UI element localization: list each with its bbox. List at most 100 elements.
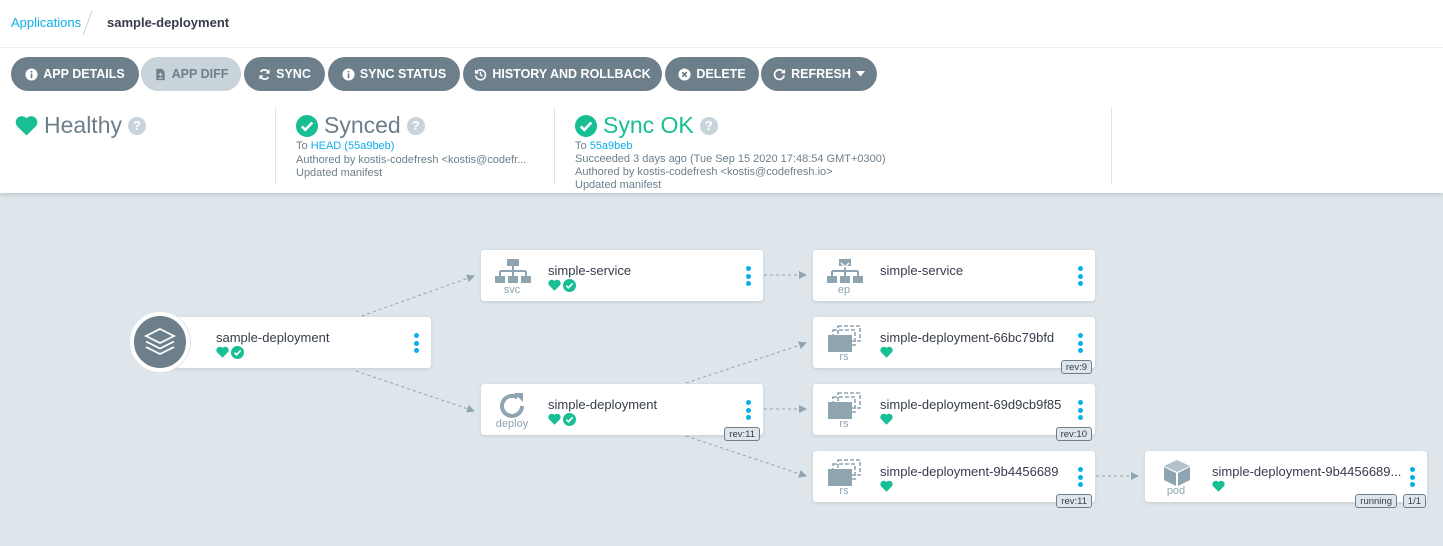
node-kind: pod xyxy=(1166,485,1186,497)
check-circle-icon xyxy=(296,114,318,137)
app-diff-button[interactable]: APP DIFF xyxy=(141,57,241,91)
sync-button[interactable]: SYNC xyxy=(244,57,325,91)
resource-node-pod[interactable]: pod simple-deployment-9b4456689... runni… xyxy=(1145,451,1427,508)
node-menu-button[interactable] xyxy=(1078,333,1083,353)
node-kind: rs xyxy=(839,351,849,363)
deployment-icon xyxy=(500,393,524,418)
sync-author: Authored by kostis-codefresh <kostis@cod… xyxy=(296,154,527,166)
resource-tree-graph[interactable]: sample-deployment svc simple-service dep… xyxy=(0,193,1443,546)
operation-succeeded: Succeeded 3 days ago (Tue Sep 15 2020 17… xyxy=(575,153,886,165)
check-circle-icon xyxy=(231,346,244,359)
resource-node-rs[interactable]: rs simple-deployment-69d9cb9f85 rev:10 xyxy=(813,384,1095,441)
node-title: simple-deployment-9b4456689... xyxy=(1212,464,1402,479)
resource-node-ep[interactable]: ep simple-service xyxy=(813,250,1095,301)
node-title: simple-service xyxy=(880,263,964,278)
sync-target: To HEAD (55a9beb) xyxy=(296,140,394,152)
node-menu-button[interactable] xyxy=(1078,400,1083,420)
check-circle-icon xyxy=(563,413,576,426)
sync-status-title: Synced xyxy=(324,112,401,138)
toolbar: APP DETAILS APP DIFF SYNC SYNC STATUS HI… xyxy=(0,48,1443,100)
application-status-panel: Healthy ? Synced ? To HEAD (55a9beb) Aut… xyxy=(0,100,1443,193)
edge xyxy=(685,341,807,384)
heart-icon xyxy=(880,346,893,358)
delete-button[interactable]: DELETE xyxy=(665,57,759,91)
help-icon[interactable]: ? xyxy=(406,116,425,135)
resource-node-rs[interactable]: rs simple-deployment-66bc79bfd rev:9 xyxy=(813,317,1095,374)
last-operation-status: Sync OK ? xyxy=(575,114,718,137)
heart-icon xyxy=(880,480,893,492)
app-details-button[interactable]: APP DETAILS xyxy=(11,57,139,91)
caret-down-icon[interactable] xyxy=(855,71,865,77)
check-circle-icon xyxy=(575,114,597,137)
info-icon xyxy=(25,67,38,81)
resource-node-deploy[interactable]: deploy simple-deployment rev:11 xyxy=(481,384,763,441)
node-status-icons xyxy=(548,279,576,292)
sync-icon xyxy=(259,68,270,80)
help-icon[interactable]: ? xyxy=(699,116,718,135)
edge xyxy=(685,435,807,478)
pod-ready-tag: 1/1 xyxy=(1402,494,1426,508)
operation-author: Authored by kostis-codefresh <kostis@cod… xyxy=(575,166,833,178)
operation-message: Updated manifest xyxy=(575,179,662,191)
edge xyxy=(355,274,475,319)
divider xyxy=(554,108,555,184)
node-title: simple-deployment-69d9cb9f85 xyxy=(880,397,1062,412)
info-icon xyxy=(342,67,355,81)
pod-icon xyxy=(1164,460,1190,486)
node-status-icons xyxy=(880,480,893,492)
node-title: simple-service xyxy=(548,263,632,278)
node-kind: svc xyxy=(503,284,521,296)
top-bar: Applications sample-deployment xyxy=(0,0,1443,48)
history-label: HISTORY AND ROLLBACK xyxy=(492,67,651,81)
resource-node-rs[interactable]: rs simple-deployment-9b4456689 rev:11 xyxy=(813,451,1095,508)
app-details-label: APP DETAILS xyxy=(43,67,125,81)
revision-tag: rev:10 xyxy=(1055,427,1092,441)
replicaset-icon xyxy=(828,325,861,352)
node-menu-button[interactable] xyxy=(1410,467,1415,487)
node-menu-button[interactable] xyxy=(1078,467,1083,487)
node-title: simple-deployment-9b4456689 xyxy=(880,464,1059,479)
pod-status-tag: running xyxy=(1355,494,1397,508)
node-kind: ep xyxy=(837,284,851,296)
node-menu-button[interactable] xyxy=(746,266,751,286)
heart-icon xyxy=(548,279,561,291)
delete-label: DELETE xyxy=(696,67,746,81)
application-icon xyxy=(130,312,190,372)
resource-node-svc[interactable]: svc simple-service xyxy=(481,250,763,301)
sync-commit-message: Updated manifest xyxy=(296,167,383,179)
node-kind: rs xyxy=(839,418,849,430)
edge xyxy=(355,370,475,413)
replicaset-icon xyxy=(828,392,861,419)
node-kind: rs xyxy=(839,485,849,497)
times-circle-icon xyxy=(678,67,691,81)
layers-icon xyxy=(144,327,176,356)
node-menu-button[interactable] xyxy=(414,333,419,353)
health-status: Healthy ? xyxy=(15,114,146,137)
heart-icon xyxy=(880,413,893,425)
node-title: sample-deployment xyxy=(216,330,330,345)
divider xyxy=(275,108,276,184)
sync-to-prefix: To xyxy=(296,140,308,152)
refresh-button[interactable]: REFRESH xyxy=(761,57,877,91)
operation-target: To 55a9beb xyxy=(575,140,633,152)
endpoints-icon xyxy=(827,259,863,283)
help-icon[interactable]: ? xyxy=(127,116,146,135)
refresh-label: REFRESH xyxy=(791,67,851,81)
operation-revision-link[interactable]: 55a9beb xyxy=(590,140,633,152)
history-and-rollback-button[interactable]: HISTORY AND ROLLBACK xyxy=(463,57,662,91)
revision-tag: rev:11 xyxy=(1056,494,1092,508)
breadcrumb-separator xyxy=(82,10,93,36)
divider xyxy=(1111,108,1112,184)
health-label: Healthy xyxy=(44,112,122,138)
breadcrumb-applications-link[interactable]: Applications xyxy=(11,15,81,30)
revision-tag: rev:9 xyxy=(1060,360,1092,374)
node-title: simple-deployment-66bc79bfd xyxy=(880,330,1055,345)
sync-status-button[interactable]: SYNC STATUS xyxy=(328,57,460,91)
operation-to-prefix: To xyxy=(575,140,587,152)
node-menu-button[interactable] xyxy=(746,400,751,420)
node-status-icons xyxy=(1212,480,1225,492)
replicaset-icon xyxy=(828,459,861,486)
heart-icon xyxy=(548,413,561,425)
sync-revision-link[interactable]: HEAD (55a9beb) xyxy=(311,140,395,152)
node-menu-button[interactable] xyxy=(1078,266,1083,286)
